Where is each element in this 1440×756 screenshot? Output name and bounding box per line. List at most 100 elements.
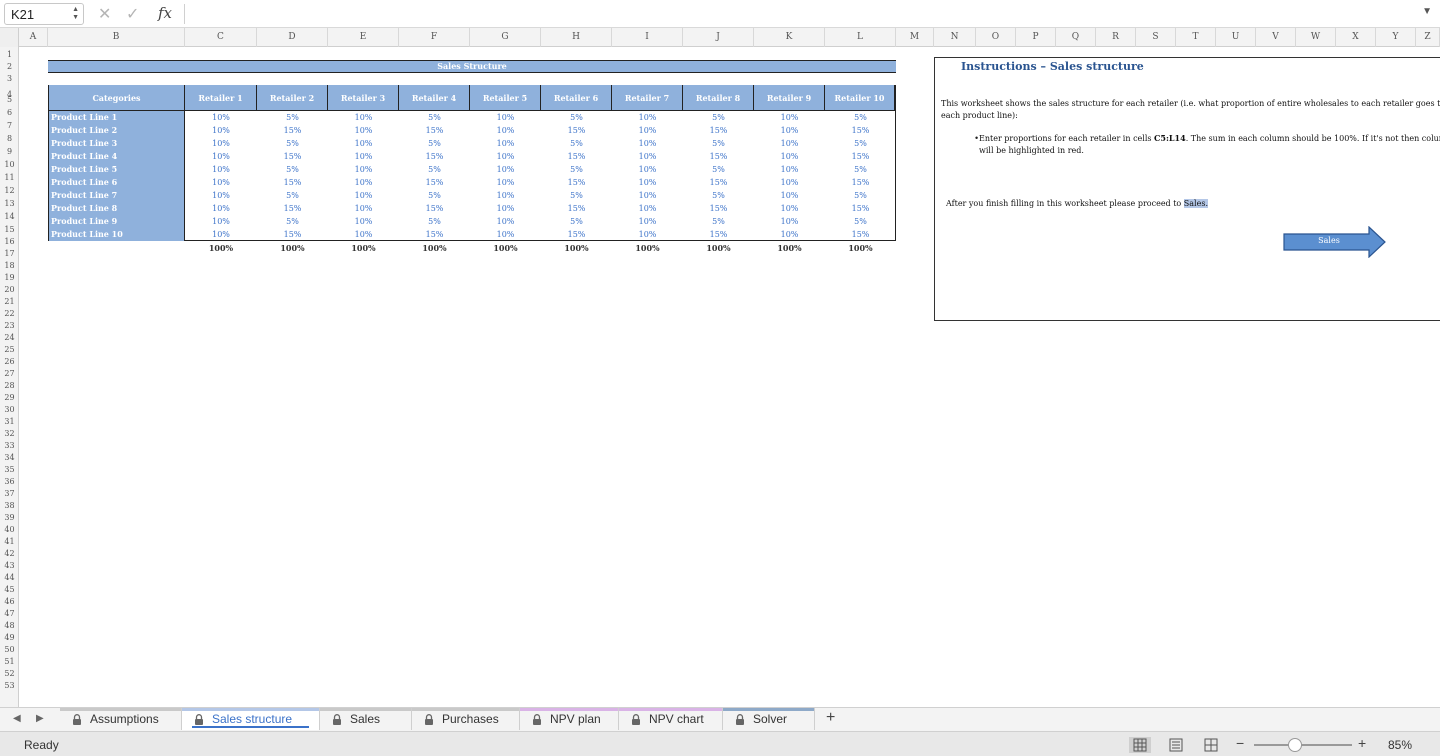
select-all-corner[interactable] <box>0 28 19 47</box>
proportion-cell[interactable]: 5% <box>257 137 328 150</box>
page-layout-view-icon[interactable] <box>1165 737 1187 753</box>
proportion-cell[interactable]: 10% <box>328 111 399 124</box>
worksheet-grid[interactable]: ABCDEFGHIJKLMNOPQRSTUVWXYZ 1 2 3 4 5 6 7 8 9 10 11… <box>0 28 1440 707</box>
proportion-cell[interactable]: 10% <box>470 189 541 202</box>
proportion-cell[interactable]: 5% <box>257 215 328 228</box>
retailer-header[interactable]: Retailer 5 <box>470 85 541 111</box>
column-header[interactable]: Z <box>1416 28 1440 47</box>
proportion-cell[interactable]: 10% <box>185 176 257 189</box>
proportion-cell[interactable]: 10% <box>185 124 257 137</box>
proportion-cell[interactable]: 5% <box>825 163 896 176</box>
column-total[interactable]: 100% <box>257 242 328 254</box>
column-header[interactable]: A <box>19 28 48 47</box>
proportion-cell[interactable]: 10% <box>754 215 825 228</box>
zoom-in-button[interactable]: + <box>1358 735 1366 751</box>
proportion-cell[interactable]: 5% <box>825 189 896 202</box>
column-header[interactable]: F <box>399 28 470 47</box>
column-header[interactable]: B <box>48 28 185 47</box>
proportion-cell[interactable]: 15% <box>683 124 754 137</box>
product-line-label[interactable]: Product Line 3 <box>49 137 185 150</box>
proportion-cell[interactable]: 10% <box>754 228 825 241</box>
proportion-cell[interactable]: 10% <box>612 150 683 163</box>
column-header[interactable]: C <box>185 28 257 47</box>
column-header[interactable]: Q <box>1056 28 1096 47</box>
proportion-cell[interactable]: 10% <box>612 124 683 137</box>
proportion-cell[interactable]: 10% <box>612 189 683 202</box>
column-header[interactable]: Y <box>1376 28 1416 47</box>
proportion-cell[interactable]: 15% <box>541 124 612 137</box>
column-header[interactable]: P <box>1016 28 1056 47</box>
proportion-cell[interactable]: 10% <box>612 111 683 124</box>
proportion-cell[interactable]: 10% <box>328 176 399 189</box>
proportion-cell[interactable]: 10% <box>470 111 541 124</box>
proportion-cell[interactable]: 10% <box>754 150 825 163</box>
proportion-cell[interactable]: 10% <box>470 150 541 163</box>
proportion-cell[interactable]: 15% <box>683 150 754 163</box>
cancel-icon[interactable]: ✕ <box>98 4 111 24</box>
proportion-cell[interactable]: 10% <box>185 150 257 163</box>
column-header[interactable]: R <box>1096 28 1136 47</box>
proportion-cell[interactable]: 10% <box>612 163 683 176</box>
proportion-cell[interactable]: 5% <box>399 189 470 202</box>
proportion-cell[interactable]: 15% <box>541 202 612 215</box>
retailer-header[interactable]: Retailer 7 <box>612 85 683 111</box>
column-total[interactable]: 100% <box>399 242 470 254</box>
column-total[interactable]: 100% <box>825 242 896 254</box>
proportion-cell[interactable]: 10% <box>328 150 399 163</box>
tab-sales[interactable]: Sales <box>320 708 412 730</box>
proportion-cell[interactable]: 10% <box>185 163 257 176</box>
column-total[interactable]: 100% <box>612 242 683 254</box>
proportion-cell[interactable]: 10% <box>328 202 399 215</box>
sales-link[interactable]: Sales. <box>1183 199 1208 208</box>
proportion-cell[interactable]: 10% <box>754 111 825 124</box>
proportion-cell[interactable]: 10% <box>612 176 683 189</box>
proportion-cell[interactable]: 15% <box>541 176 612 189</box>
proportion-cell[interactable]: 10% <box>185 189 257 202</box>
retailer-header[interactable]: Retailer 9 <box>754 85 825 111</box>
column-header[interactable]: U <box>1216 28 1256 47</box>
proportion-cell[interactable]: 5% <box>683 111 754 124</box>
column-header[interactable]: M <box>896 28 934 47</box>
proportion-cell[interactable]: 15% <box>541 228 612 241</box>
proportion-cell[interactable]: 10% <box>754 189 825 202</box>
proportion-cell[interactable]: 10% <box>612 228 683 241</box>
proportion-cell[interactable]: 15% <box>825 202 896 215</box>
proportion-cell[interactable]: 15% <box>825 150 896 163</box>
proportion-cell[interactable]: 15% <box>257 202 328 215</box>
column-header[interactable]: T <box>1176 28 1216 47</box>
column-total[interactable]: 100% <box>470 242 541 254</box>
proportion-cell[interactable]: 5% <box>541 215 612 228</box>
column-header[interactable]: X <box>1336 28 1376 47</box>
proportion-cell[interactable]: 10% <box>470 137 541 150</box>
proportion-cell[interactable]: 10% <box>470 163 541 176</box>
proportion-cell[interactable]: 10% <box>754 176 825 189</box>
tab-solver[interactable]: Solver <box>723 708 815 730</box>
column-header[interactable]: O <box>976 28 1016 47</box>
column-header[interactable]: V <box>1256 28 1296 47</box>
proportion-cell[interactable]: 15% <box>399 176 470 189</box>
proportion-cell[interactable]: 10% <box>185 111 257 124</box>
proportion-cell[interactable]: 10% <box>185 202 257 215</box>
proportion-cell[interactable]: 5% <box>541 111 612 124</box>
column-header[interactable]: J <box>683 28 754 47</box>
add-sheet-button[interactable]: + <box>826 709 835 727</box>
product-line-label[interactable]: Product Line 7 <box>49 189 185 202</box>
proportion-cell[interactable]: 10% <box>754 163 825 176</box>
proportion-cell[interactable]: 5% <box>825 111 896 124</box>
categories-header[interactable]: Categories <box>49 85 185 111</box>
sheet-title[interactable]: Sales Structure <box>48 60 896 73</box>
column-header[interactable]: N <box>934 28 976 47</box>
proportion-cell[interactable]: 5% <box>825 137 896 150</box>
product-line-label[interactable]: Product Line 10 <box>49 228 185 241</box>
proportion-cell[interactable]: 15% <box>257 150 328 163</box>
name-box[interactable]: K21 ▲ ▼ <box>4 3 84 25</box>
proportion-cell[interactable]: 10% <box>328 124 399 137</box>
proportion-cell[interactable]: 10% <box>470 124 541 137</box>
tab-scroll-right-icon[interactable]: ▶ <box>36 713 44 724</box>
proportion-cell[interactable]: 10% <box>754 124 825 137</box>
product-line-label[interactable]: Product Line 8 <box>49 202 185 215</box>
proportion-cell[interactable]: 10% <box>328 163 399 176</box>
proportion-cell[interactable]: 5% <box>399 215 470 228</box>
column-header[interactable]: L <box>825 28 896 47</box>
proportion-cell[interactable]: 5% <box>683 163 754 176</box>
